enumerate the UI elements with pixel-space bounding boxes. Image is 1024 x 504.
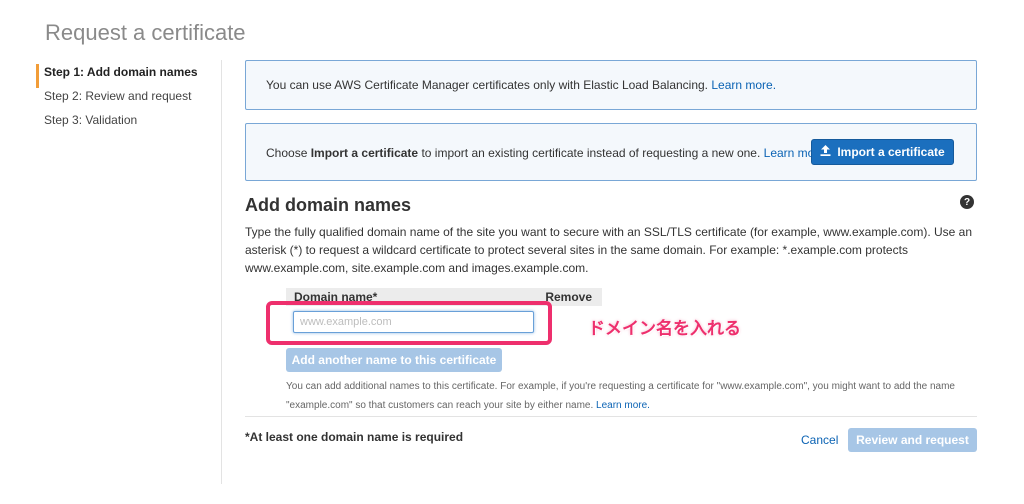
note-learn-more-link[interactable]: Learn more.	[596, 400, 650, 411]
page-title: Request a certificate	[45, 20, 246, 45]
import-info-bold: Import a certificate	[310, 146, 419, 160]
step-validation[interactable]: Step 3: Validation	[36, 112, 222, 136]
wizard-steps: Step 1: Add domain names Step 2: Review …	[36, 64, 222, 136]
import-info-prefix: Choose	[266, 146, 308, 160]
elb-info-box: You can use AWS Certificate Manager cert…	[245, 60, 977, 110]
review-and-request-button[interactable]: Review and request	[848, 428, 977, 452]
section-title: Add domain names	[245, 195, 412, 215]
import-info-suffix: to import an existing certificate instea…	[421, 146, 761, 160]
step-review-and-request[interactable]: Step 2: Review and request	[36, 88, 222, 112]
import-info-box: Choose Import a certificate to import an…	[245, 123, 977, 181]
elb-learn-more-link[interactable]: Learn more.	[711, 78, 776, 92]
required-note: *At least one domain name is required	[245, 430, 464, 444]
upload-icon	[820, 145, 831, 159]
vertical-divider	[221, 60, 222, 484]
section-description: Type the fully qualified domain name of …	[245, 225, 973, 275]
remove-column-header: Remove	[545, 290, 592, 304]
add-another-name-button[interactable]: Add another name to this certificate	[286, 348, 502, 372]
annotation-highlight-box	[266, 301, 552, 345]
cancel-link[interactable]: Cancel	[801, 433, 838, 447]
step-add-domain-names[interactable]: Step 1: Add domain names	[36, 64, 222, 88]
horizontal-divider	[245, 416, 977, 417]
import-certificate-button-label: Import a certificate	[837, 145, 945, 159]
elb-info-text: You can use AWS Certificate Manager cert…	[266, 78, 709, 92]
annotation-label: ドメイン名を入れる	[588, 319, 741, 338]
import-certificate-button[interactable]: Import a certificate	[811, 139, 954, 165]
help-icon[interactable]: ?	[960, 195, 974, 209]
additional-names-note: You can add additional names to this cer…	[286, 377, 976, 415]
